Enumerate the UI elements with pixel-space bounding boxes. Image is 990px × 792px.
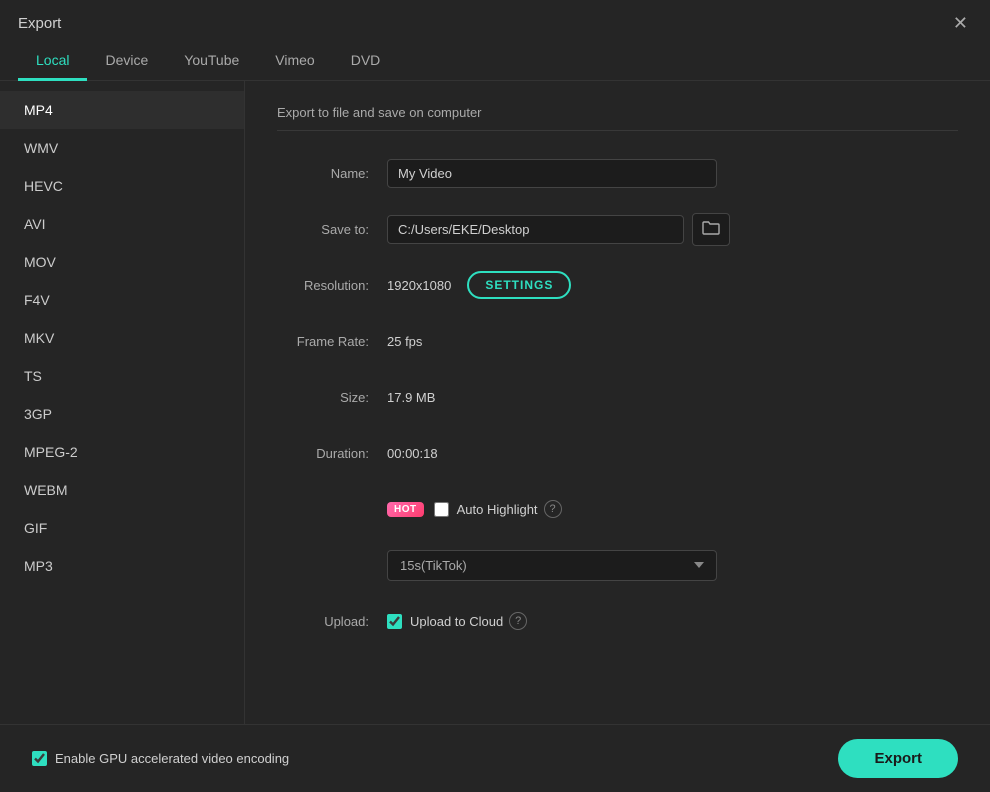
upload-cloud-checkbox[interactable] xyxy=(387,614,402,629)
export-panel: Export to file and save on computer Name… xyxy=(245,81,990,724)
highlight-duration-row: 15s(TikTok) 30s 60s xyxy=(277,547,958,583)
title-bar: Export ✕ xyxy=(0,0,990,42)
frame-rate-label: Frame Rate: xyxy=(277,334,387,349)
sidebar-item-mp3[interactable]: MP3 xyxy=(0,547,244,585)
highlight-duration-select[interactable]: 15s(TikTok) 30s 60s xyxy=(387,550,717,581)
tab-vimeo[interactable]: Vimeo xyxy=(257,42,332,81)
upload-label: Upload: xyxy=(277,614,387,629)
resolution-value: 1920x1080 xyxy=(387,278,451,293)
dialog-title: Export xyxy=(18,15,61,32)
tab-local[interactable]: Local xyxy=(18,42,87,81)
sidebar-item-hevc[interactable]: HEVC xyxy=(0,167,244,205)
sidebar-item-ts[interactable]: TS xyxy=(0,357,244,395)
size-value: 17.9 MB xyxy=(387,390,435,405)
frame-rate-value: 25 fps xyxy=(387,334,422,349)
upload-row: Upload: Upload to Cloud ? xyxy=(277,603,958,639)
frame-rate-row: Frame Rate: 25 fps xyxy=(277,323,958,359)
name-row: Name: xyxy=(277,155,958,191)
upload-cloud-label: Upload to Cloud xyxy=(410,614,503,629)
save-to-label: Save to: xyxy=(277,222,387,237)
auto-highlight-help-icon[interactable]: ? xyxy=(544,500,562,518)
bottom-bar: Enable GPU accelerated video encoding Ex… xyxy=(0,724,990,792)
save-to-row: Save to: xyxy=(277,211,958,247)
duration-value: 00:00:18 xyxy=(387,446,438,461)
sidebar-item-gif[interactable]: GIF xyxy=(0,509,244,547)
sidebar: MP4 WMV HEVC AVI MOV F4V MKV TS 3GP MPEG… xyxy=(0,81,245,724)
tab-dvd[interactable]: DVD xyxy=(333,42,399,81)
auto-highlight-label: Auto Highlight xyxy=(457,502,538,517)
gpu-checkbox[interactable] xyxy=(32,751,47,766)
main-content: MP4 WMV HEVC AVI MOV F4V MKV TS 3GP MPEG… xyxy=(0,81,990,724)
sidebar-item-webm[interactable]: WEBM xyxy=(0,471,244,509)
sidebar-item-wmv[interactable]: WMV xyxy=(0,129,244,167)
auto-highlight-checkbox-wrap[interactable]: Auto Highlight xyxy=(434,502,538,517)
name-label: Name: xyxy=(277,166,387,181)
duration-row: Duration: 00:00:18 xyxy=(277,435,958,471)
settings-button[interactable]: SETTINGS xyxy=(467,271,571,299)
name-input[interactable] xyxy=(387,159,717,188)
duration-label: Duration: xyxy=(277,446,387,461)
resolution-value-wrap: 1920x1080 SETTINGS xyxy=(387,271,571,299)
size-row: Size: 17.9 MB xyxy=(277,379,958,415)
upload-cloud-content: Upload to Cloud ? xyxy=(387,612,527,630)
sidebar-item-mov[interactable]: MOV xyxy=(0,243,244,281)
sidebar-item-mpeg2[interactable]: MPEG-2 xyxy=(0,433,244,471)
auto-highlight-content: HOT Auto Highlight ? xyxy=(387,500,562,518)
save-to-input[interactable] xyxy=(387,215,684,244)
tab-device[interactable]: Device xyxy=(87,42,166,81)
size-label: Size: xyxy=(277,390,387,405)
close-button[interactable]: ✕ xyxy=(949,12,972,34)
folder-icon xyxy=(702,220,720,236)
resolution-row: Resolution: 1920x1080 SETTINGS xyxy=(277,267,958,303)
auto-highlight-row: HOT Auto Highlight ? xyxy=(277,491,958,527)
auto-highlight-checkbox[interactable] xyxy=(434,502,449,517)
gpu-checkbox-wrap: Enable GPU accelerated video encoding xyxy=(32,751,289,766)
sidebar-item-mkv[interactable]: MKV xyxy=(0,319,244,357)
export-button[interactable]: Export xyxy=(838,739,958,778)
tabs-bar: Local Device YouTube Vimeo DVD xyxy=(0,42,990,81)
tab-youtube[interactable]: YouTube xyxy=(166,42,257,81)
upload-cloud-checkbox-wrap[interactable]: Upload to Cloud xyxy=(387,614,503,629)
export-subtitle: Export to file and save on computer xyxy=(277,105,958,131)
sidebar-item-mp4[interactable]: MP4 xyxy=(0,91,244,129)
upload-cloud-help-icon[interactable]: ? xyxy=(509,612,527,630)
resolution-label: Resolution: xyxy=(277,278,387,293)
folder-browse-button[interactable] xyxy=(692,213,730,246)
hot-badge: HOT xyxy=(387,502,424,517)
sidebar-item-f4v[interactable]: F4V xyxy=(0,281,244,319)
sidebar-item-avi[interactable]: AVI xyxy=(0,205,244,243)
save-to-wrapper xyxy=(387,213,730,246)
sidebar-item-3gp[interactable]: 3GP xyxy=(0,395,244,433)
gpu-label: Enable GPU accelerated video encoding xyxy=(55,751,289,766)
